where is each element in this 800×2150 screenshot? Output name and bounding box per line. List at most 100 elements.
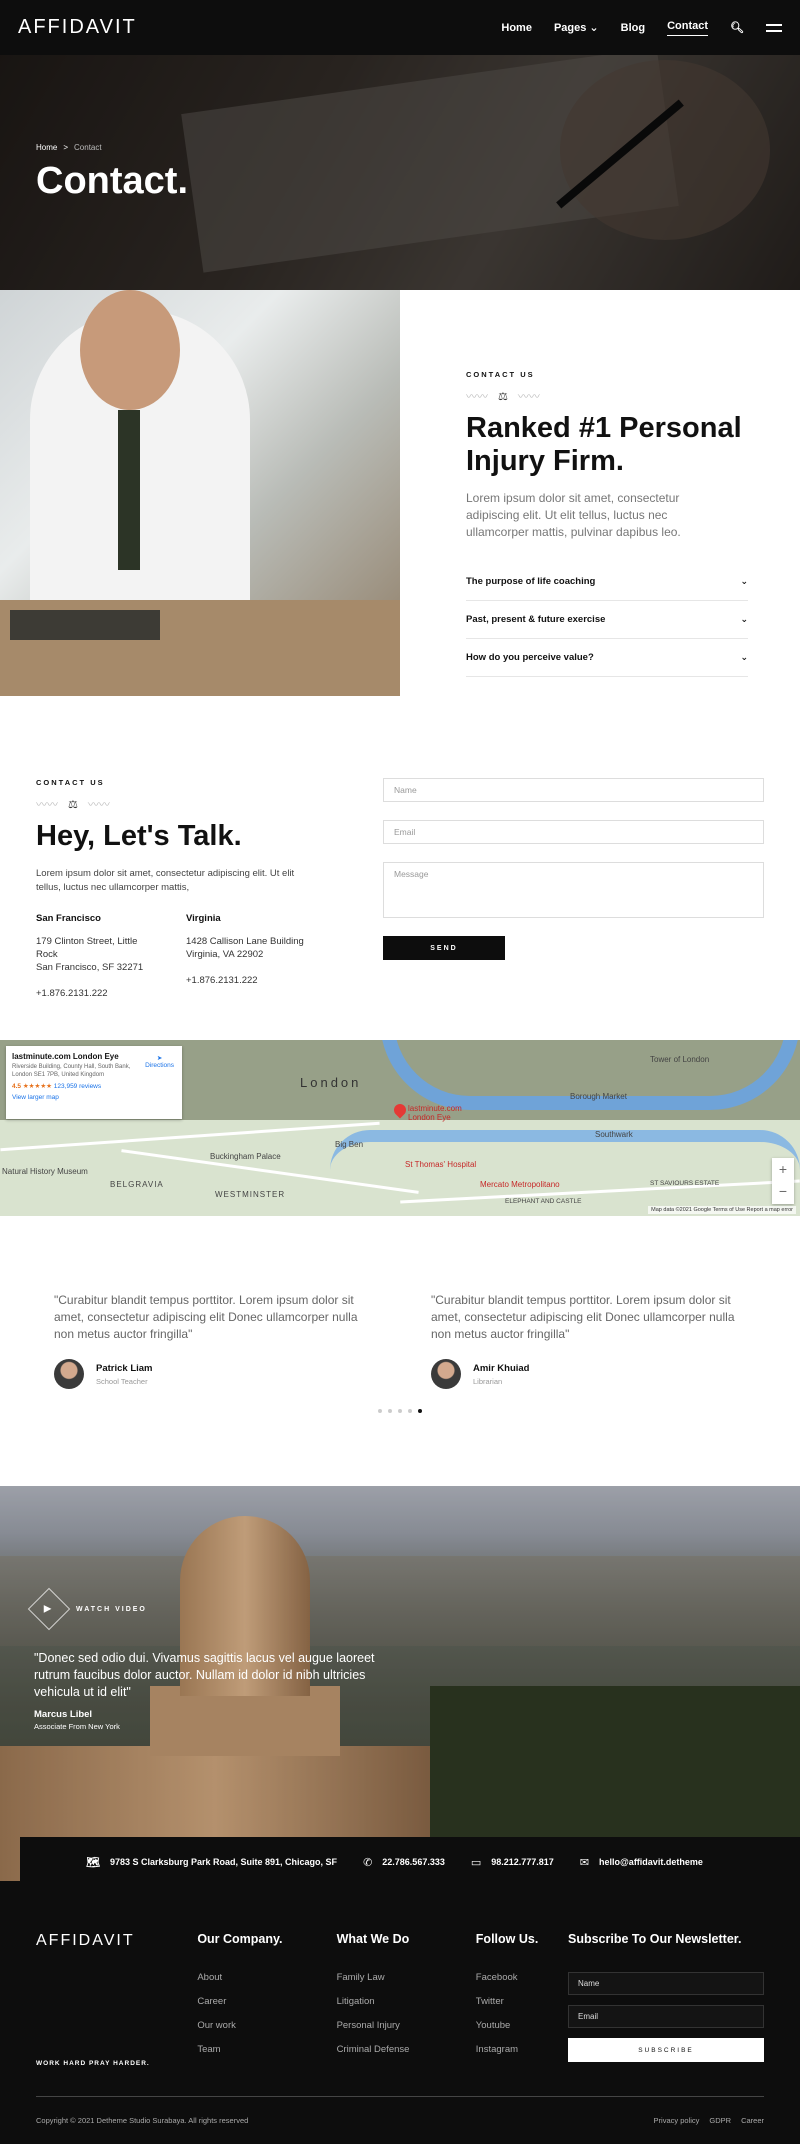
breadcrumb-current: Contact	[74, 143, 102, 152]
nav-item-contact[interactable]: Contact	[667, 20, 709, 36]
map-river-south	[330, 1130, 800, 1170]
directions-button[interactable]: ➤ Directions	[145, 1054, 174, 1069]
contact-form: Name Email Message SEND	[383, 778, 764, 1040]
zoom-out-button[interactable]: −	[772, 1180, 794, 1202]
footer-link[interactable]: Family Law	[337, 1972, 476, 1983]
message-field[interactable]: Message	[383, 862, 764, 918]
slider-dot-active[interactable]	[418, 1409, 422, 1413]
page: AFFIDAVIT Home Pages ⌄ Blog Contact 🔍︎ H…	[0, 0, 800, 2144]
info-phone[interactable]: ✆ 22.786.567.333	[363, 1856, 445, 1869]
footer-link[interactable]: About	[197, 1972, 336, 1983]
accordion-item[interactable]: How do you perceive value? ⌄	[466, 639, 748, 677]
zoom-in-button[interactable]: +	[772, 1158, 794, 1180]
office-phone[interactable]: +1.876.2131.222	[186, 975, 306, 986]
newsletter-name-input[interactable]: Name	[568, 1972, 764, 1995]
top-navbar: AFFIDAVIT Home Pages ⌄ Blog Contact 🔍︎	[0, 0, 800, 55]
map-icon: 🗺︎	[86, 1856, 100, 1869]
footer-link[interactable]: Criminal Defense	[337, 2044, 476, 2055]
subscribe-button[interactable]: SUBSCRIBE	[568, 2038, 764, 2062]
faq-accordion: The purpose of life coaching ⌄ Past, pre…	[466, 563, 748, 677]
footer-legal-links: Privacy policy GDPR Career	[654, 2116, 764, 2125]
menu-icon[interactable]	[766, 23, 782, 32]
nav-item-pages[interactable]: Pages ⌄	[554, 21, 599, 34]
video-author-name: Marcus Libel	[34, 1709, 93, 1720]
footer-link[interactable]: Our work	[197, 2020, 336, 2031]
office-city: Virginia	[186, 913, 221, 924]
reviews-link[interactable]: 123,959 reviews	[54, 1083, 101, 1090]
search-icon[interactable]: 🔍︎	[730, 21, 744, 34]
contact-info: CONTACT US 〰〰 ⚖ 〰〰 Hey, Let's Talk. Lore…	[36, 778, 347, 1040]
testimonial-author: Amir Khuiad Librarian	[431, 1359, 746, 1389]
info-address: 🗺︎ 9783 S Clarksburg Park Road, Suite 89…	[86, 1856, 337, 1869]
contact-section: CONTACT US 〰〰 ⚖ 〰〰 Hey, Let's Talk. Lore…	[0, 696, 800, 1040]
watch-video-button[interactable]: ▶ WATCH VIDEO	[27, 1587, 384, 1631]
slider-dot[interactable]	[408, 1409, 412, 1413]
page-title: Contact.	[36, 160, 188, 202]
email-field[interactable]: Email	[383, 820, 764, 844]
nav-item-blog[interactable]: Blog	[621, 22, 645, 34]
hero-bg-paper	[181, 47, 679, 273]
contact-info-bar: 🗺︎ 9783 S Clarksburg Park Road, Suite 89…	[20, 1837, 800, 1887]
send-button[interactable]: SEND	[383, 936, 505, 960]
footer-column-company: Our Company. About Career Our work Team	[197, 1932, 336, 2072]
slider-dot[interactable]	[378, 1409, 382, 1413]
accordion-item[interactable]: The purpose of life coaching ⌄	[466, 563, 748, 601]
slider-dot[interactable]	[388, 1409, 392, 1413]
map-label: BELGRAVIA	[110, 1180, 164, 1189]
author-name: Amir Khuiad	[473, 1362, 530, 1374]
info-email[interactable]: ✉ hello@affidavit.detheme	[580, 1856, 703, 1869]
slider-dot[interactable]	[398, 1409, 402, 1413]
map-label: London	[300, 1075, 362, 1090]
map-pin-label: lastminute.com London Eye	[408, 1104, 462, 1122]
scales-icon: ⚖	[498, 390, 508, 403]
accordion-item[interactable]: Past, present & future exercise ⌄	[466, 601, 748, 639]
testimonial-author: Patrick Liam School Teacher	[54, 1359, 369, 1389]
view-larger-map-link[interactable]: View larger map	[12, 1094, 176, 1101]
footer-link[interactable]: Personal Injury	[337, 2020, 476, 2031]
contact-lead: Lorem ipsum dolor sit amet, consectetur …	[36, 868, 295, 893]
site-logo[interactable]: AFFIDAVIT	[18, 16, 137, 39]
ranked-title-line1: Ranked #1 Personal	[466, 412, 742, 444]
breadcrumb-home[interactable]: Home	[36, 143, 57, 152]
map-label: ST SAVIOURS ESTATE	[650, 1180, 720, 1187]
ranked-eyebrow: CONTACT US	[466, 370, 535, 379]
office-address-line: 179 Clinton Street, Little	[36, 936, 138, 947]
contact-eyebrow: CONTACT US	[36, 778, 105, 787]
office-address-line: 1428 Callison Lane Building	[186, 936, 304, 947]
info-chat[interactable]: ▭ 98.212.777.817	[471, 1856, 554, 1869]
phone-icon: ✆	[363, 1856, 373, 1869]
footer-link[interactable]: Career	[197, 1996, 336, 2007]
photo-tie	[118, 410, 140, 570]
office-phone[interactable]: +1.876.2131.222	[36, 988, 156, 999]
ornament-left-icon: 〰〰	[36, 799, 58, 811]
footer-legal-link[interactable]: Privacy policy	[654, 2116, 700, 2125]
map-label: Southwark	[595, 1130, 633, 1139]
office-address-line: San Francisco, SF 32271	[36, 962, 144, 973]
footer-brand: AFFIDAVIT WORK HARD PRAY HARDER.	[36, 1932, 197, 2072]
footer-column-services: What We Do Family Law Litigation Persona…	[337, 1932, 476, 2072]
footer-link[interactable]: Litigation	[337, 1996, 476, 2007]
map-label: ELEPHANT AND CASTLE	[505, 1198, 582, 1205]
footer-link[interactable]: Team	[197, 2044, 336, 2055]
office-list: San Francisco 179 Clinton Street, Little…	[36, 913, 347, 999]
testimonial-card: "Curabitur blandit tempus porttitor. Lor…	[431, 1292, 746, 1389]
footer-legal-link[interactable]: Career	[741, 2116, 764, 2125]
footer-legal-link[interactable]: GDPR	[709, 2116, 731, 2125]
map-label: Big Ben	[335, 1140, 364, 1149]
chevron-down-icon: ⌄	[740, 652, 748, 662]
author-role: Librarian	[473, 1376, 503, 1386]
map-attribution[interactable]: Map data ©2021 Google Terms of Use Repor…	[648, 1206, 796, 1214]
map-label: St Thomas' Hospital	[405, 1160, 477, 1169]
hero-bg-pen	[556, 99, 684, 209]
newsletter-email-input[interactable]: Email	[568, 2005, 764, 2028]
breadcrumb: Home > Contact	[36, 143, 102, 152]
rating-value: 4.5 ★★★★★	[12, 1083, 52, 1090]
google-map[interactable]: London Buckingham Palace WESTMINSTER Big…	[0, 1040, 800, 1216]
footer-logo[interactable]: AFFIDAVIT	[36, 1932, 197, 1950]
name-field[interactable]: Name	[383, 778, 764, 802]
testimonials-slider: "Curabitur blandit tempus porttitor. Lor…	[54, 1292, 746, 1389]
office-address-line: Virginia, VA 22902	[186, 949, 264, 960]
info-text: 98.212.777.817	[491, 1857, 554, 1867]
nav-item-home[interactable]: Home	[501, 22, 532, 34]
map-place-address: Riverside Building, County Hall, South B…	[12, 1064, 131, 1078]
